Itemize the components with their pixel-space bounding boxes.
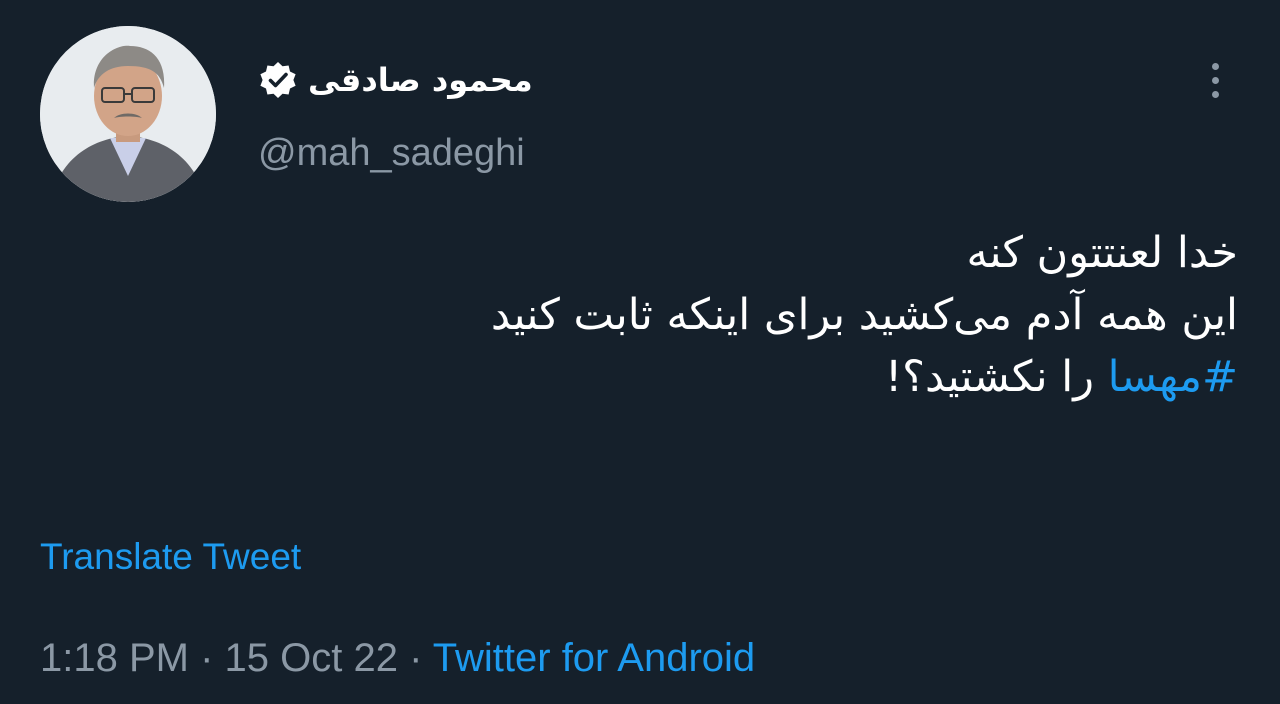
tweet-card: محمود صادقی @mah_sadeghi خدا لعنتتون کنه… bbox=[0, 0, 1280, 704]
tweet-source-link[interactable]: Twitter for Android bbox=[433, 636, 755, 680]
translate-tweet-link[interactable]: Translate Tweet bbox=[40, 536, 301, 578]
more-dot bbox=[1211, 90, 1219, 98]
hashtag-link[interactable]: #مهسا bbox=[1108, 352, 1238, 402]
tweet-text: خدا لعنتتون کنه این همه آدم می‌کشید برای… bbox=[78, 222, 1238, 408]
tweet-time[interactable]: 1:18 PM bbox=[40, 636, 189, 680]
more-vertical-icon[interactable] bbox=[1200, 58, 1230, 102]
tweet-line-3-text: را نکشتید؟! bbox=[884, 352, 1108, 402]
author-display-name: محمود صادقی bbox=[308, 61, 533, 99]
more-dot bbox=[1211, 62, 1219, 70]
meta-separator: · bbox=[188, 636, 225, 680]
avatar-photo bbox=[40, 26, 216, 202]
tweet-line-2: این همه آدم می‌کشید برای اینکه ثابت کنید bbox=[490, 290, 1238, 340]
tweet-line-1: خدا لعنتتون کنه bbox=[966, 228, 1238, 278]
tweet-date[interactable]: 15 Oct 22 bbox=[225, 636, 398, 680]
more-dot bbox=[1211, 76, 1219, 84]
tweet-meta: 1:18 PM · 15 Oct 22 · Twitter for Androi… bbox=[40, 636, 755, 681]
avatar[interactable] bbox=[40, 26, 216, 202]
tweet-line-3: #مهسا را نکشتید؟! bbox=[78, 346, 1238, 408]
author-name-row[interactable]: محمود صادقی bbox=[258, 58, 533, 102]
author-handle[interactable]: @mah_sadeghi bbox=[258, 132, 525, 175]
verified-badge-icon bbox=[258, 60, 298, 100]
meta-separator: · bbox=[397, 636, 433, 680]
